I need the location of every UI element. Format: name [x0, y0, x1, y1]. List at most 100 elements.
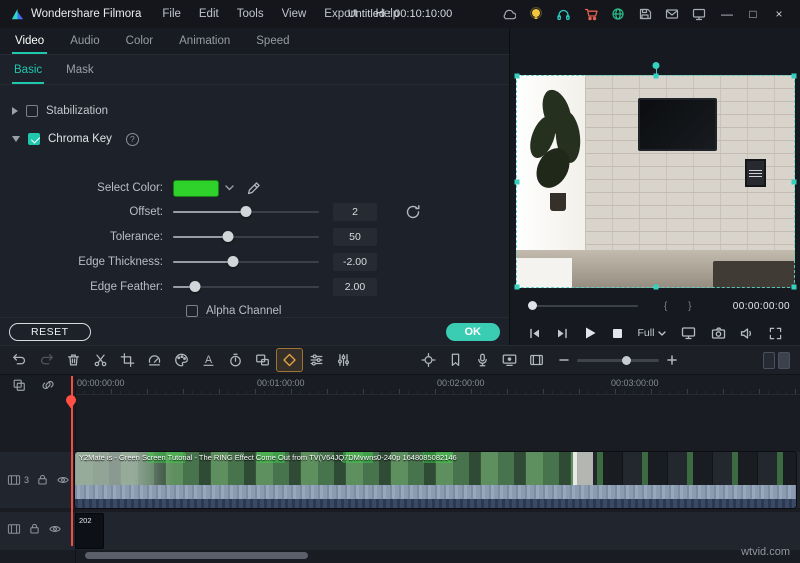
playhead-handle[interactable]	[65, 394, 77, 409]
maximize-button[interactable]: □	[740, 7, 766, 21]
watermark: wtvid.com	[741, 546, 790, 558]
snapshot-camera-icon[interactable]	[711, 326, 726, 340]
bulb-icon[interactable]	[529, 7, 543, 21]
audio-mixer-icon[interactable]	[330, 348, 357, 372]
view-toggle-icon[interactable]	[763, 351, 775, 369]
undo-icon[interactable]	[6, 348, 33, 372]
tab-color[interactable]: Color	[113, 28, 166, 54]
edge-feather-slider[interactable]	[173, 280, 319, 294]
mark-in-out-icons[interactable]: { }	[664, 301, 700, 312]
zoom-slider[interactable]	[577, 355, 659, 365]
display-mode-icon[interactable]	[681, 326, 696, 340]
pip-transform-icon[interactable]	[249, 348, 276, 372]
view-toggle-icon[interactable]	[778, 351, 790, 369]
zoom-slider-handle[interactable]	[622, 355, 632, 365]
horizontal-scrollbar[interactable]	[85, 552, 308, 559]
reset-value-icon[interactable]	[405, 204, 421, 220]
voiceover-mic-icon[interactable]	[469, 348, 496, 372]
tab-audio[interactable]: Audio	[57, 28, 112, 54]
eye-icon[interactable]	[48, 523, 62, 535]
cloud-icon[interactable]	[501, 7, 516, 21]
menu-file[interactable]: File	[153, 8, 190, 20]
menu-edit[interactable]: Edit	[190, 8, 228, 20]
rotation-handle[interactable]	[652, 62, 659, 69]
speed-icon[interactable]	[141, 348, 168, 372]
globe-share-icon[interactable]	[611, 7, 625, 21]
color-swatch[interactable]	[173, 179, 219, 197]
eyedropper-icon[interactable]	[246, 181, 261, 196]
edge-thickness-value[interactable]: -2.00	[333, 252, 377, 271]
cart-icon[interactable]	[584, 7, 598, 21]
motion-track-icon[interactable]	[415, 348, 442, 372]
color-palette-icon[interactable]	[168, 348, 195, 372]
close-button[interactable]: ×	[766, 7, 792, 21]
help-icon[interactable]: ?	[125, 132, 139, 146]
offset-value[interactable]: 2	[333, 202, 377, 221]
video-clip[interactable]: Y2Mate is - Green Screen Tutorial - The …	[75, 452, 796, 508]
volume-icon[interactable]	[740, 327, 754, 340]
tolerance-slider[interactable]	[173, 230, 319, 244]
collapse-arrow-icon[interactable]	[12, 136, 20, 142]
save-icon[interactable]	[638, 7, 652, 21]
minimize-button[interactable]: —	[714, 7, 740, 21]
link-icon[interactable]	[41, 378, 55, 392]
crop-icon[interactable]	[114, 348, 141, 372]
tab-speed[interactable]: Speed	[243, 28, 302, 54]
screen-record-icon[interactable]	[496, 348, 523, 372]
timer-icon[interactable]	[222, 348, 249, 372]
media-clip[interactable]: 202	[75, 513, 104, 549]
chroma-key-checkbox[interactable]	[28, 133, 40, 145]
mail-icon[interactable]	[665, 7, 679, 21]
zoom-out-icon[interactable]	[558, 354, 570, 366]
slider-handle[interactable]	[189, 281, 201, 292]
ok-button[interactable]: OK	[445, 322, 500, 341]
eye-icon[interactable]	[56, 474, 70, 486]
adjust-icon[interactable]	[303, 348, 330, 372]
lock-icon[interactable]	[28, 522, 41, 535]
step-back-button[interactable]	[528, 327, 541, 340]
chroma-key-row: Chroma Key ?	[12, 129, 509, 149]
headset-icon[interactable]	[556, 7, 571, 21]
offset-slider[interactable]	[173, 205, 319, 219]
timeline-ruler[interactable]: 00:00:00:00 00:01:00:00 00:02:00:00 00:0…	[75, 375, 800, 395]
edge-feather-value[interactable]: 2.00	[333, 277, 377, 296]
tolerance-value[interactable]: 50	[333, 227, 377, 246]
filmora-window: Wondershare Filmora File Edit Tools View…	[0, 0, 800, 563]
menu-view[interactable]: View	[273, 8, 316, 20]
slider-handle[interactable]	[227, 256, 239, 267]
text-tool-icon[interactable]: A	[195, 348, 222, 372]
screen-share-icon[interactable]	[692, 7, 706, 21]
subtab-mask[interactable]: Mask	[54, 55, 105, 84]
play-button[interactable]	[583, 326, 597, 340]
tab-animation[interactable]: Animation	[166, 28, 243, 54]
media-track-lane[interactable]	[0, 512, 800, 550]
lock-icon[interactable]	[36, 473, 49, 486]
keyframe-icon[interactable]	[276, 348, 303, 372]
stop-button[interactable]	[612, 328, 623, 339]
panel-subtabs: Basic Mask	[0, 55, 509, 85]
marker-icon[interactable]	[442, 348, 469, 372]
slider-handle[interactable]	[240, 206, 252, 217]
split-scissors-icon[interactable]	[87, 348, 114, 372]
tab-video[interactable]: Video	[2, 28, 57, 54]
stabilization-checkbox[interactable]	[26, 105, 38, 117]
chevron-down-icon[interactable]	[225, 185, 234, 191]
step-forward-button[interactable]	[556, 327, 569, 340]
slider-handle[interactable]	[222, 231, 234, 242]
reset-button[interactable]: RESET	[9, 322, 91, 341]
redo-icon[interactable]	[33, 348, 60, 372]
scrubber-handle[interactable]	[528, 301, 537, 310]
fullscreen-icon[interactable]	[769, 327, 782, 340]
subtab-basic[interactable]: Basic	[2, 55, 54, 84]
delete-icon[interactable]	[60, 348, 87, 372]
preview-scrubber[interactable]	[528, 301, 638, 310]
zoom-in-icon[interactable]	[666, 354, 678, 366]
manage-tracks-icon[interactable]	[12, 378, 26, 392]
alpha-channel-checkbox[interactable]	[186, 305, 198, 317]
edge-thickness-slider[interactable]	[173, 255, 319, 269]
export-frame-icon[interactable]	[523, 348, 550, 372]
expand-arrow-icon[interactable]	[12, 107, 18, 115]
preview-canvas[interactable]	[516, 75, 795, 288]
menu-tools[interactable]: Tools	[228, 8, 273, 20]
quality-dropdown[interactable]: Full	[638, 327, 667, 339]
